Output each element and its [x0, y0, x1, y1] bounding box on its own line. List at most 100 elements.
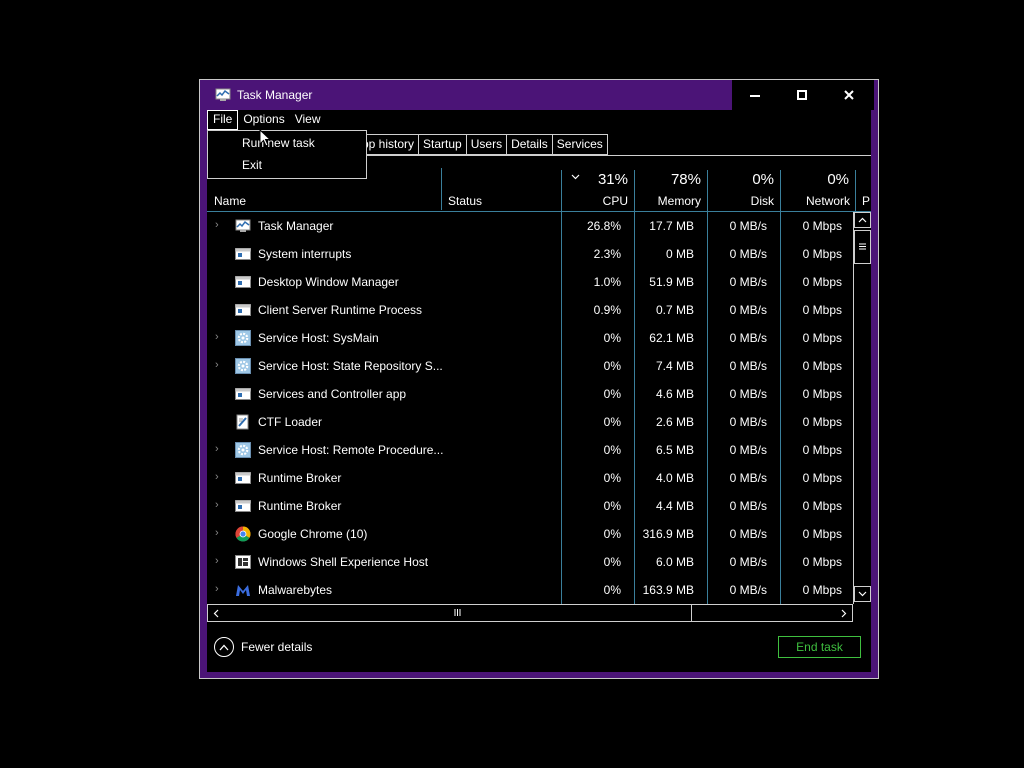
memory-value: 51.9 MB: [649, 275, 694, 289]
network-value: 0 Mbps: [802, 499, 842, 513]
table-row[interactable]: › Runtime Broker 0% 4.0 MB 0 MB/s 0 Mbps: [207, 464, 853, 492]
grip-icon: [454, 609, 461, 616]
col-power-partial[interactable]: P: [856, 170, 871, 212]
horizontal-scroll-thumb[interactable]: [225, 605, 692, 621]
chevron-up-circle-icon: [214, 637, 234, 657]
minimize-button[interactable]: [732, 80, 778, 110]
col-memory[interactable]: 78% Memory: [635, 170, 707, 212]
table-row[interactable]: › Windows Shell Experience Host 0% 6.0 MB 0 …: [207, 548, 853, 576]
expand-chevron-icon[interactable]: ›: [215, 444, 223, 455]
app-window-icon: [235, 498, 251, 514]
chevron-up-icon: [858, 217, 867, 223]
memory-value: 316.9 MB: [642, 527, 694, 541]
end-task-button[interactable]: End task: [778, 636, 861, 658]
col-status[interactable]: Status: [442, 170, 561, 212]
table-row[interactable]: Services and Controller app 0% 4.6 MB 0 MB/…: [207, 380, 853, 408]
cpu-value: 26.8%: [586, 219, 621, 233]
expand-chevron-icon[interactable]: ›: [215, 360, 223, 371]
memory-value: 4.4 MB: [655, 499, 694, 513]
menu-run-new-task[interactable]: Run new task: [242, 136, 315, 150]
col-power-label: P: [862, 194, 871, 208]
horizontal-scrollbar[interactable]: [207, 604, 853, 622]
menu-exit[interactable]: Exit: [242, 158, 262, 172]
memory-percent: 78%: [670, 171, 701, 188]
process-name: Runtime Broker: [258, 471, 342, 485]
memory-value: 2.6 MB: [655, 415, 694, 429]
cpu-value: 0%: [603, 583, 621, 597]
disk-value: 0 MB/s: [729, 331, 767, 345]
cpu-value: 0%: [603, 555, 621, 569]
tab-users[interactable]: Users: [465, 134, 508, 155]
memory-value: 163.9 MB: [642, 583, 694, 597]
network-value: 0 Mbps: [802, 219, 842, 233]
scroll-down-button[interactable]: [854, 586, 871, 602]
disk-value: 0 MB/s: [729, 415, 767, 429]
process-name: Google Chrome (10): [258, 527, 368, 541]
process-name: Windows Shell Experience Host: [258, 555, 429, 569]
vertical-scrollbar[interactable]: [853, 212, 871, 604]
scroll-right-button[interactable]: [836, 605, 852, 621]
table-row[interactable]: › Service Host: Remote Procedure... 0% 6.5 …: [207, 436, 853, 464]
disk-value: 0 MB/s: [729, 443, 767, 457]
network-value: 0 Mbps: [802, 303, 842, 317]
shell-window-icon: [235, 554, 251, 570]
minimize-icon: [750, 95, 760, 97]
table-row[interactable]: Desktop Window Manager 1.0% 51.9 MB 0 MB/s 0…: [207, 268, 853, 296]
cpu-value: 0%: [603, 499, 621, 513]
memory-value: 7.4 MB: [655, 359, 694, 373]
expand-chevron-icon[interactable]: ›: [215, 556, 223, 567]
fewer-details-toggle[interactable]: Fewer details: [214, 637, 312, 657]
disk-value: 0 MB/s: [729, 359, 767, 373]
expand-chevron-icon[interactable]: ›: [215, 584, 223, 595]
table-row[interactable]: System interrupts 2.3% 0 MB 0 MB/s 0 Mbps: [207, 240, 853, 268]
col-cpu[interactable]: 31% CPU: [562, 170, 634, 212]
fewer-details-label: Fewer details: [241, 640, 313, 654]
expand-chevron-icon[interactable]: ›: [215, 528, 223, 539]
table-row[interactable]: › Runtime Broker 0% 4.4 MB 0 MB/s 0 Mbps: [207, 492, 853, 520]
menu-file[interactable]: File: [207, 110, 239, 130]
process-name: Client Server Runtime Process: [258, 303, 423, 317]
disk-value: 0 MB/s: [729, 275, 767, 289]
app-window-icon: [235, 302, 251, 318]
maximize-icon: [797, 90, 807, 100]
col-network-label: Network: [805, 194, 850, 208]
window-controls: [732, 80, 874, 110]
menu-options[interactable]: Options: [238, 110, 289, 130]
gear-icon: [235, 358, 251, 374]
expand-chevron-icon[interactable]: ›: [215, 332, 223, 343]
scroll-up-button[interactable]: [854, 212, 871, 228]
tab-startup[interactable]: Startup: [418, 134, 467, 155]
maximize-button[interactable]: [779, 80, 825, 110]
file-menu-dropdown: Run new task Exit: [207, 130, 367, 179]
scroll-left-button[interactable]: [208, 605, 224, 621]
mouse-cursor-icon: [259, 129, 271, 147]
table-row[interactable]: Client Server Runtime Process 0.9% 0.7 MB 0…: [207, 296, 853, 324]
disk-value: 0 MB/s: [729, 499, 767, 513]
menu-view[interactable]: View: [290, 110, 326, 130]
title-bar[interactable]: Task Manager: [200, 80, 878, 110]
table-row[interactable]: › Service Host: SysMain 0% 62.1 MB 0 MB/s 0 M…: [207, 324, 853, 352]
gear-icon: [235, 330, 251, 346]
network-percent: 0%: [827, 171, 849, 188]
window-title: Task Manager: [237, 88, 313, 102]
vertical-scroll-thumb[interactable]: [854, 230, 871, 264]
table-row[interactable]: › Task Manager 26.8% 17.7 MB 0 MB/s 0 Mbps: [207, 212, 853, 240]
tab-services[interactable]: Services: [551, 134, 608, 155]
table-row[interactable]: › Google Chrome (10) 0% 316.9 MB 0 MB/s 0 Mbp…: [207, 520, 853, 548]
table-row[interactable]: › Service Host: State Repository S... 0% 7.…: [207, 352, 853, 380]
expand-chevron-icon[interactable]: ›: [215, 472, 223, 483]
col-disk[interactable]: 0% Disk: [708, 170, 780, 212]
table-row[interactable]: › Malwarebytes 0% 163.9 MB 0 MB/s 0 Mbps: [207, 576, 853, 604]
expand-chevron-icon[interactable]: ›: [215, 220, 223, 231]
col-disk-label: Disk: [750, 194, 774, 208]
memory-value: 6.5 MB: [655, 443, 694, 457]
close-button[interactable]: [826, 80, 872, 110]
process-name: Malwarebytes: [258, 583, 333, 597]
memory-value: 0.7 MB: [655, 303, 694, 317]
tab-details[interactable]: Details: [506, 134, 553, 155]
col-network[interactable]: 0% Network: [781, 170, 855, 212]
table-row[interactable]: CTF Loader 0% 2.6 MB 0 MB/s 0 Mbps: [207, 408, 853, 436]
expand-chevron-icon[interactable]: ›: [215, 500, 223, 511]
network-value: 0 Mbps: [802, 471, 842, 485]
cpu-value: 0%: [603, 527, 621, 541]
